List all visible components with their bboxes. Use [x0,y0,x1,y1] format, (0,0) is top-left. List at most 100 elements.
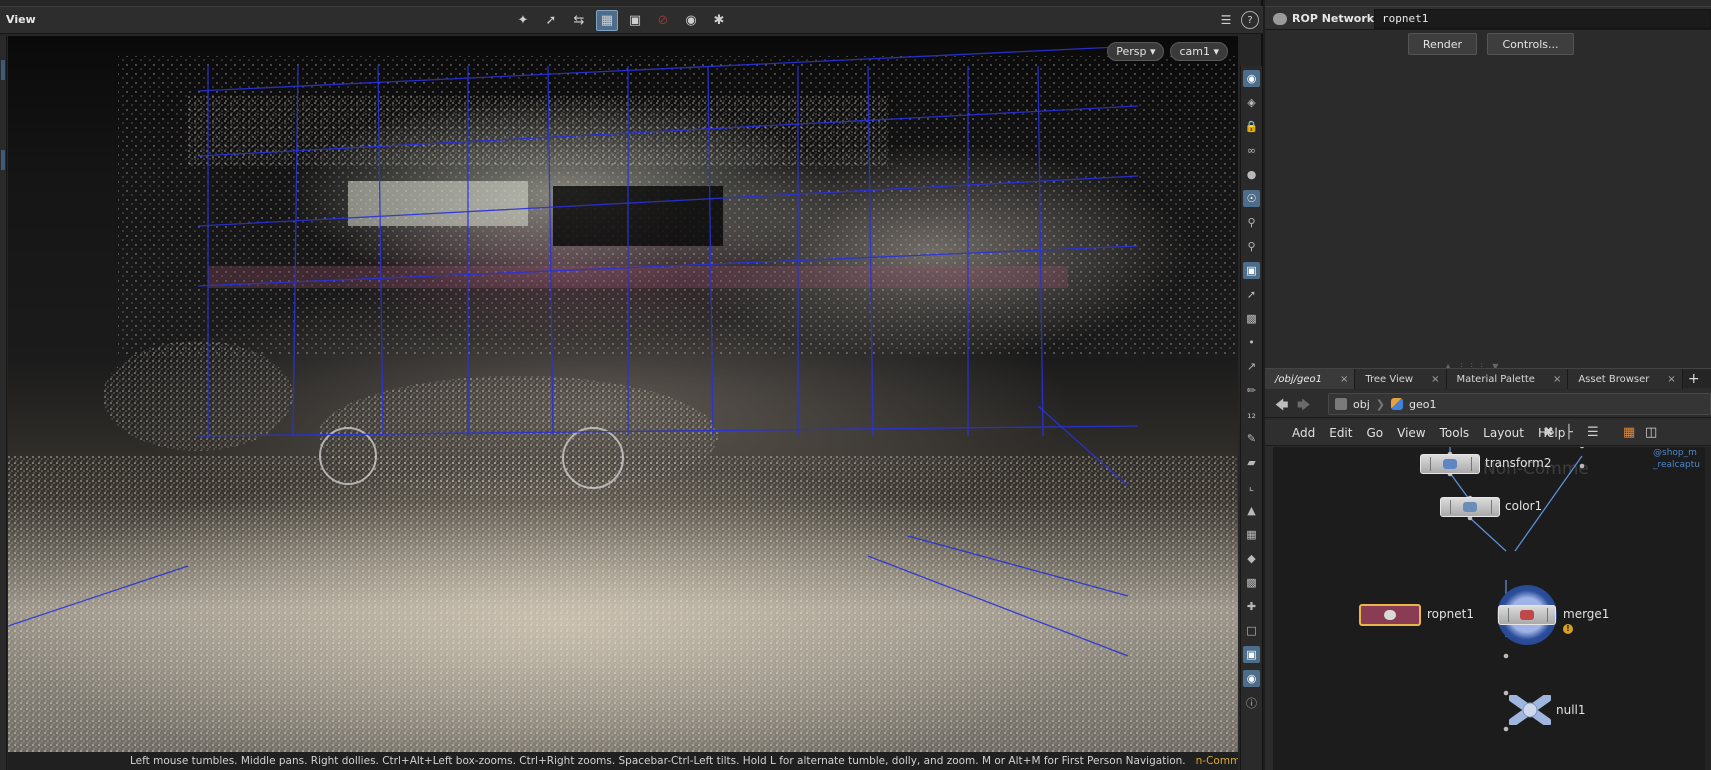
display-icon[interactable]: ▣ [624,10,646,31]
color-node[interactable] [1440,497,1500,517]
rop-icon [1384,610,1396,620]
pivot-icon[interactable]: ✚ [1243,598,1260,615]
network-menu-bar: Add Edit Go View Tools Layout Help ✖ ├ ☰… [1265,420,1711,446]
right-panel: ROP Network ropnet1 Render Controls... ▲… [1265,0,1711,770]
node-name-field[interactable]: ropnet1 [1374,9,1711,29]
brush-icon[interactable]: ✏ [1243,382,1260,399]
select-icon[interactable]: ✦ [512,10,534,31]
breadcrumb-obj[interactable]: obj [1353,398,1370,411]
tab-material-palette[interactable]: Material Palette × [1446,369,1569,389]
close-icon[interactable]: × [1431,374,1439,385]
close-icon[interactable]: × [1553,374,1561,385]
view-toggle-icon[interactable]: ◉ [1243,70,1260,87]
tiles-icon[interactable]: ◫ [1645,425,1657,440]
rop-network-icon[interactable] [1273,12,1287,25]
back-arrow-icon[interactable]: 🡄 [1275,396,1288,418]
pin-icon[interactable]: ▲ [1243,502,1260,519]
rop-type-text: ROP Network [1292,12,1375,25]
null-node[interactable] [1509,695,1551,725]
warning-icon[interactable]: ! [1563,624,1573,634]
camera-icon[interactable]: ◉ [680,10,702,31]
corner-icon[interactable]: ⌞ [1243,478,1260,495]
pane-divider-handle[interactable]: ▲ ⋮⋮⋮ ▼ [1445,362,1505,371]
transform-node[interactable] [1420,454,1480,474]
menu-layout[interactable]: Layout [1476,426,1531,440]
light-icon[interactable]: ☉ [1243,190,1260,207]
render-region-icon[interactable]: ✱ [708,10,730,31]
viewer-toolbar: View ✦ ➚ ⇆ ▦ ▣ ⊘ ◉ ✱ ☰ ? [0,6,1263,34]
persp-dropdown[interactable]: Persp ▾ [1107,42,1165,61]
camera-dropdown[interactable]: cam1 ▾ [1170,42,1228,61]
merge-node[interactable] [1498,605,1556,625]
lock-icon[interactable]: 🔒 [1243,118,1260,135]
connector-dot [1579,447,1585,449]
wire-icon[interactable]: ➚ [1243,286,1260,303]
tree-icon[interactable]: ├ [1565,425,1573,440]
close-icon[interactable]: × [1340,374,1348,385]
location-icon[interactable]: ◉ [1243,670,1260,687]
merge-icon [1520,610,1534,620]
grid-icon[interactable]: ▦ [1623,425,1635,440]
headlight-icon[interactable]: ⚲ [1243,238,1260,255]
close-icon[interactable]: × [1667,374,1675,385]
network-editor[interactable]: Non-Comme @shop_m _realcaptu transform2 … [1273,447,1711,770]
strip-marker-icon[interactable] [1,150,5,170]
network-scrollbar[interactable] [1705,447,1711,770]
stamp-icon[interactable]: ▰ [1243,454,1260,471]
ghost-icon[interactable]: ◈ [1243,94,1260,111]
color-icon [1463,502,1477,512]
background-image-icon[interactable]: ▣ [1243,646,1260,663]
wrench-icon[interactable]: ✖ [1543,425,1554,440]
box-icon[interactable]: □ [1243,622,1260,639]
menu-go[interactable]: Go [1359,426,1390,440]
layout-icon[interactable]: ☰ [1217,11,1235,29]
menu-view[interactable]: View [1390,426,1432,440]
sphere-icon[interactable]: ● [1243,166,1260,183]
pencil-icon[interactable]: ✎ [1243,430,1260,447]
geometry-icon[interactable]: ▩ [1243,574,1260,591]
point-icon[interactable]: • [1243,334,1260,351]
breadcrumb-geo1[interactable]: geo1 [1409,398,1436,411]
edge-icon[interactable]: ↗ [1243,358,1260,375]
strip-marker-icon[interactable] [1,60,5,80]
wire [1449,472,1470,500]
tab-obj-geo1[interactable]: /obj/geo1 × [1265,369,1356,389]
help-icon[interactable]: ? [1241,11,1259,29]
diamond-icon[interactable]: ◆ [1243,550,1260,567]
3d-viewport[interactable]: Persp ▾ cam1 ▾ [8,36,1238,752]
tab-label: /obj/geo1 [1275,373,1322,385]
tab-tree-view[interactable]: Tree View × [1355,369,1447,389]
camera-view-icon[interactable]: ▩ [1243,310,1260,327]
menu-tools[interactable]: Tools [1433,426,1477,440]
add-tab-icon[interactable]: + [1683,369,1705,388]
bulb-icon[interactable]: ⚲ [1243,214,1260,231]
texture-icon[interactable]: ▦ [1243,526,1260,543]
handle-icon[interactable]: ⇆ [568,10,590,31]
network-view-icon[interactable] [1335,398,1347,410]
menu-edit[interactable]: Edit [1322,426,1359,440]
ropnet-node[interactable] [1359,604,1421,626]
info-icon[interactable]: ⓘ [1243,694,1260,711]
counter-icon[interactable]: ₁₂ [1243,406,1260,423]
menu-add[interactable]: Add [1285,426,1322,440]
stop-icon[interactable]: ⊘ [652,10,674,31]
node-flag-divider [1450,500,1451,514]
node-flag-divider [1491,500,1492,514]
list-icon[interactable]: ☰ [1587,425,1599,440]
forward-arrow-icon[interactable]: 🡆 [1297,396,1310,418]
transform-icon [1443,459,1457,469]
viewer-status-bar: Left mouse tumbles. Middle pans. Right d… [8,752,1238,770]
link-icon[interactable]: ∞ [1243,142,1260,159]
left-shelf-strip [0,36,7,770]
transform-icon[interactable]: ➚ [540,10,562,31]
tab-label: Tree View [1365,373,1414,385]
snap-icon[interactable]: ▦ [596,10,618,31]
edition-label: n-Commercial Edition [1195,755,1238,767]
connector-dot [1503,690,1509,696]
render-button[interactable]: Render [1408,33,1477,55]
tab-asset-browser[interactable]: Asset Browser × [1568,369,1683,389]
camera-controls: Persp ▾ cam1 ▾ [1107,42,1228,61]
shading-icon[interactable]: ▣ [1243,262,1260,279]
controls-button[interactable]: Controls... [1487,33,1574,55]
path-bar: 🡄 🡆 obj ❯ geo1 [1265,390,1711,418]
